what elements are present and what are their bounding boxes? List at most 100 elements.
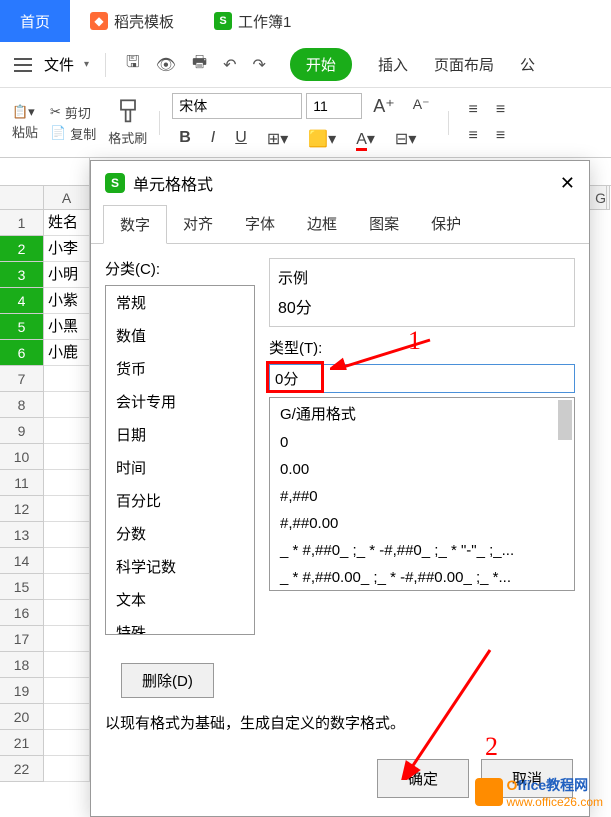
format-item[interactable]: 0	[270, 429, 574, 456]
format-list[interactable]: G/通用格式00.00#,##0#,##0.00_ * #,##0_ ;_ * …	[269, 397, 575, 591]
cell[interactable]: 姓名	[44, 210, 90, 236]
row-header[interactable]: 3	[0, 262, 44, 288]
row-header[interactable]: 10	[0, 444, 44, 470]
row-header[interactable]: 14	[0, 548, 44, 574]
file-menu[interactable]: 文件	[44, 54, 74, 75]
tab-align[interactable]: 对齐	[167, 205, 229, 243]
category-item[interactable]: 时间	[106, 451, 254, 484]
bold-button[interactable]: B	[172, 126, 198, 152]
cell[interactable]	[44, 444, 90, 470]
category-item[interactable]: 日期	[106, 418, 254, 451]
row-header[interactable]: 4	[0, 288, 44, 314]
tab-pattern[interactable]: 图案	[353, 205, 415, 243]
cell[interactable]	[44, 626, 90, 652]
category-item[interactable]: 特殊	[106, 616, 254, 635]
delete-button[interactable]: 删除(D)	[121, 663, 214, 698]
font-color-button[interactable]: A▾	[349, 126, 382, 152]
row-header[interactable]: 19	[0, 678, 44, 704]
font-name-select[interactable]	[172, 93, 302, 119]
cell[interactable]	[44, 652, 90, 678]
ok-button[interactable]: 确定	[377, 759, 469, 798]
row-header[interactable]: 1	[0, 210, 44, 236]
row-header[interactable]: 13	[0, 522, 44, 548]
underline-button[interactable]: U	[228, 126, 254, 152]
format-painter-button[interactable]: 格式刷	[108, 128, 147, 147]
row-header[interactable]: 12	[0, 496, 44, 522]
tab-protect[interactable]: 保护	[415, 205, 477, 243]
align-left-icon[interactable]: ≡	[461, 124, 484, 148]
print-preview-icon[interactable]: 👁	[152, 51, 180, 79]
type-input[interactable]	[269, 364, 575, 393]
col-header-a[interactable]: A	[44, 186, 90, 210]
category-item[interactable]: 会计专用	[106, 385, 254, 418]
cell[interactable]	[44, 470, 90, 496]
fill-color-button[interactable]: 🟨▾	[301, 126, 343, 152]
cell[interactable]	[44, 574, 90, 600]
align-center-icon[interactable]: ≡	[489, 124, 512, 148]
undo-icon[interactable]: ↶	[219, 51, 240, 79]
cell[interactable]	[44, 548, 90, 574]
cell[interactable]: 小黑	[44, 314, 90, 340]
cell[interactable]	[44, 704, 90, 730]
row-header[interactable]: 5	[0, 314, 44, 340]
tab-docer[interactable]: ◆ 稻壳模板	[70, 0, 194, 42]
tab-number[interactable]: 数字	[103, 205, 167, 244]
name-box[interactable]	[0, 158, 90, 185]
insert-tab[interactable]: 插入	[378, 54, 408, 75]
clipboard-icon[interactable]: 📋▾	[12, 104, 38, 120]
cell[interactable]: 小紫	[44, 288, 90, 314]
row-header[interactable]: 20	[0, 704, 44, 730]
row-header[interactable]: 22	[0, 756, 44, 782]
paste-button[interactable]: 粘贴	[12, 122, 38, 141]
border-button[interactable]: ⊞▾	[260, 126, 295, 152]
cell[interactable]	[44, 756, 90, 782]
format-item[interactable]: _ * #,##0.00_ ;_ * -#,##0.00_ ;_ *...	[270, 564, 574, 591]
cell[interactable]	[44, 366, 90, 392]
print-icon[interactable]: 🖶	[188, 47, 211, 82]
cell[interactable]: 小鹿	[44, 340, 90, 366]
row-header[interactable]: 21	[0, 730, 44, 756]
row-header[interactable]: 9	[0, 418, 44, 444]
start-tab[interactable]: 开始	[290, 48, 352, 81]
cell[interactable]	[44, 600, 90, 626]
tab-home[interactable]: 首页	[0, 0, 70, 42]
increase-font-icon[interactable]: A⁺	[366, 93, 402, 120]
cut-button[interactable]: ✂ 剪切	[50, 103, 96, 122]
copy-button[interactable]: 📄 复制	[50, 124, 96, 143]
italic-button[interactable]: I	[204, 126, 222, 152]
cell[interactable]	[44, 730, 90, 756]
format-painter-icon[interactable]	[114, 98, 142, 126]
format-item[interactable]: G/通用格式	[270, 398, 574, 429]
align-middle-icon[interactable]: ≡	[489, 98, 512, 122]
select-all-corner[interactable]	[0, 186, 44, 210]
save-icon[interactable]: 🖫	[122, 47, 144, 82]
tab-border[interactable]: 边框	[291, 205, 353, 243]
tab-workbook[interactable]: S 工作簿1	[194, 0, 311, 42]
row-header[interactable]: 11	[0, 470, 44, 496]
row-header[interactable]: 18	[0, 652, 44, 678]
cell[interactable]: 小李	[44, 236, 90, 262]
category-item[interactable]: 货币	[106, 352, 254, 385]
format-item[interactable]: #,##0	[270, 483, 574, 510]
format-item[interactable]: 0.00	[270, 456, 574, 483]
cell[interactable]: 小明	[44, 262, 90, 288]
font-size-select[interactable]	[306, 93, 362, 119]
row-header[interactable]: 2	[0, 236, 44, 262]
category-item[interactable]: 分数	[106, 517, 254, 550]
cell[interactable]	[44, 496, 90, 522]
row-header[interactable]: 16	[0, 600, 44, 626]
redo-icon[interactable]: ↷	[249, 51, 270, 79]
hamburger-icon[interactable]	[14, 58, 32, 72]
merge-button[interactable]: ⊟▾	[388, 126, 423, 152]
category-list[interactable]: 常规数值货币会计专用日期时间百分比分数科学记数文本特殊自定义	[105, 285, 255, 635]
close-icon[interactable]: ✕	[560, 173, 575, 194]
row-header[interactable]: 7	[0, 366, 44, 392]
scrollbar-thumb[interactable]	[558, 400, 572, 440]
row-header[interactable]: 8	[0, 392, 44, 418]
row-header[interactable]: 17	[0, 626, 44, 652]
cell[interactable]	[44, 678, 90, 704]
category-item[interactable]: 数值	[106, 319, 254, 352]
decrease-font-icon[interactable]: A⁻	[406, 93, 437, 120]
category-item[interactable]: 百分比	[106, 484, 254, 517]
cell[interactable]	[44, 392, 90, 418]
